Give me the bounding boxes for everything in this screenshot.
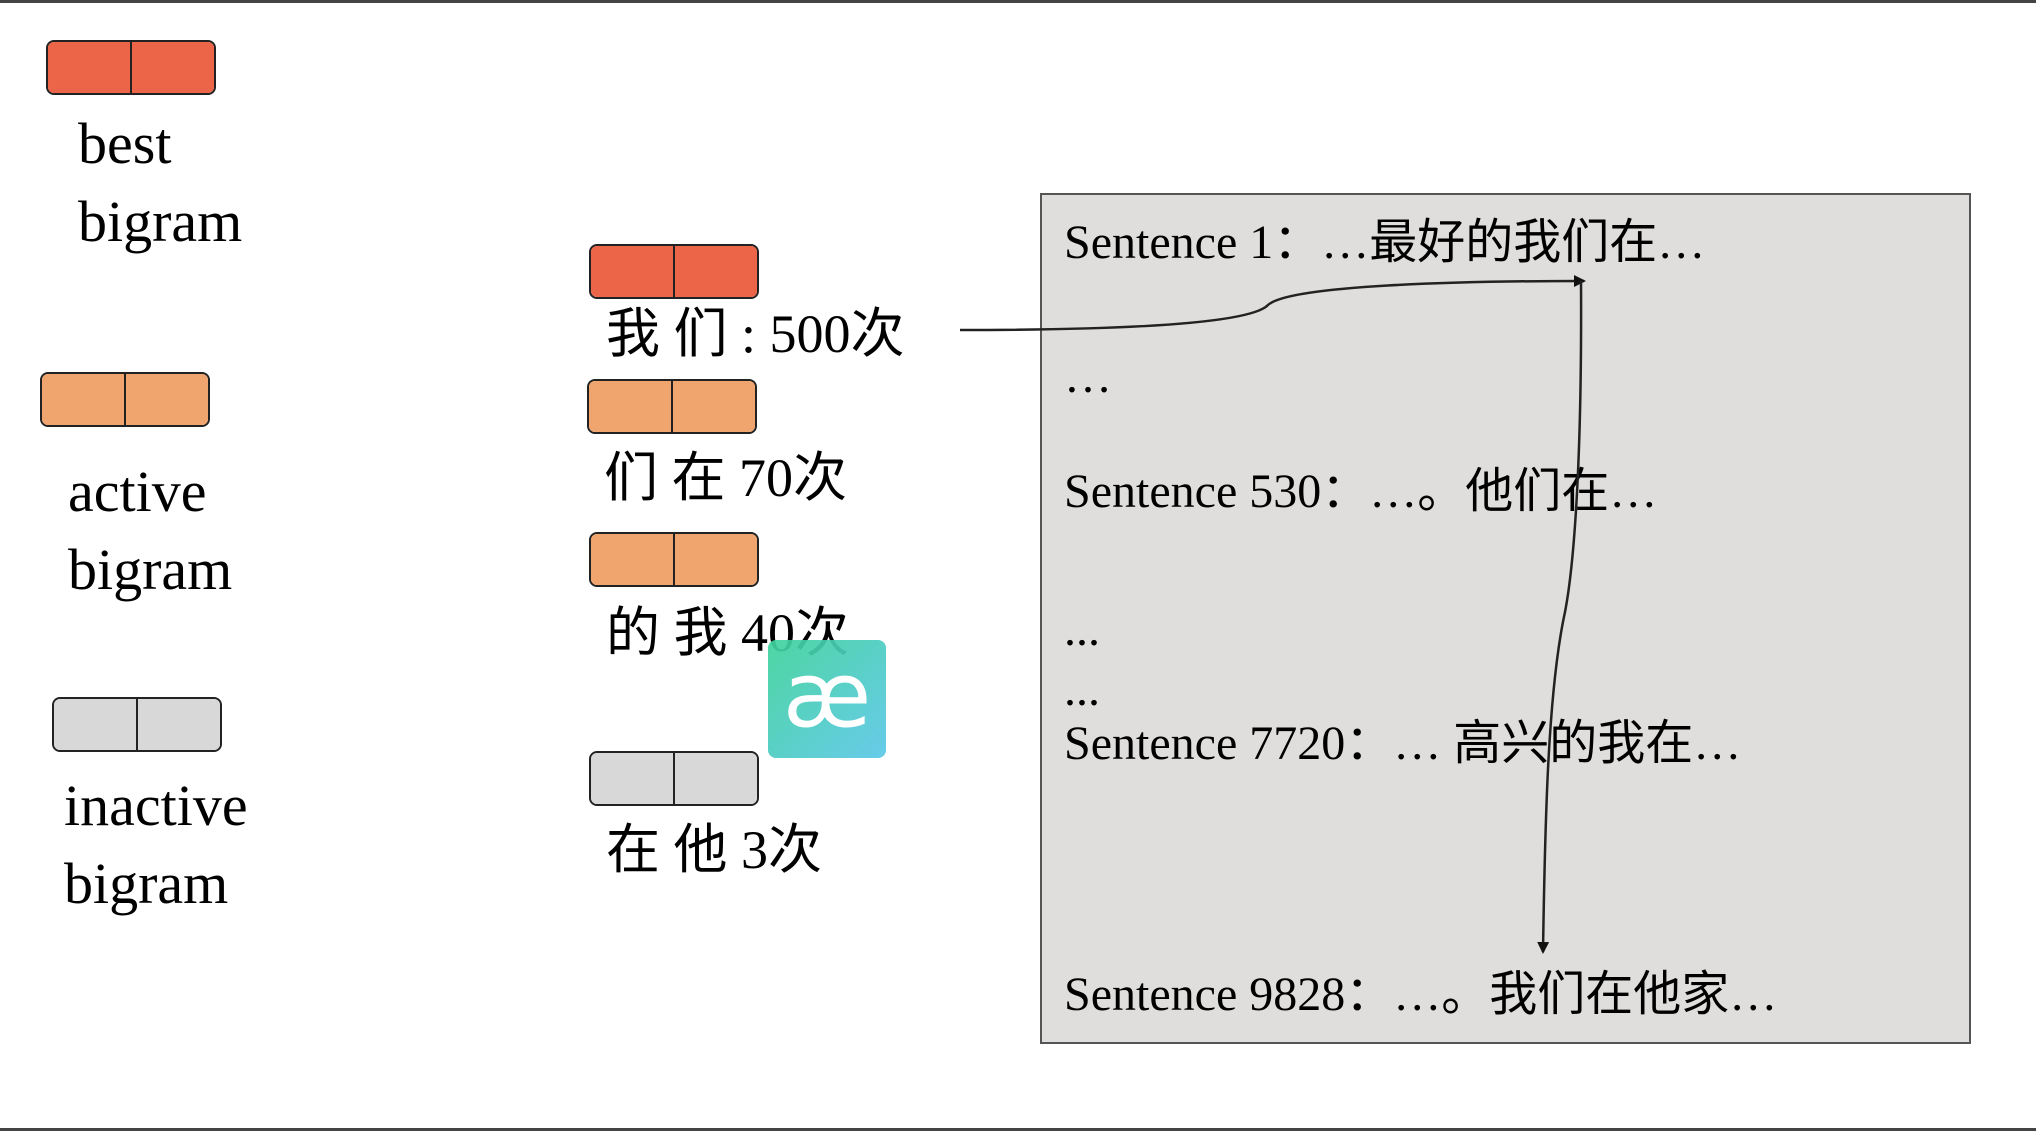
connector-arrows [959, 275, 1586, 954]
arrow-bigram-to-sentence-1 [959, 275, 1586, 332]
ae-logo-glyph: æ [782, 643, 872, 748]
arrow-sentence-1-to-sentence-9828 [1537, 280, 1583, 954]
ae-logo-icon: æ [768, 640, 886, 758]
